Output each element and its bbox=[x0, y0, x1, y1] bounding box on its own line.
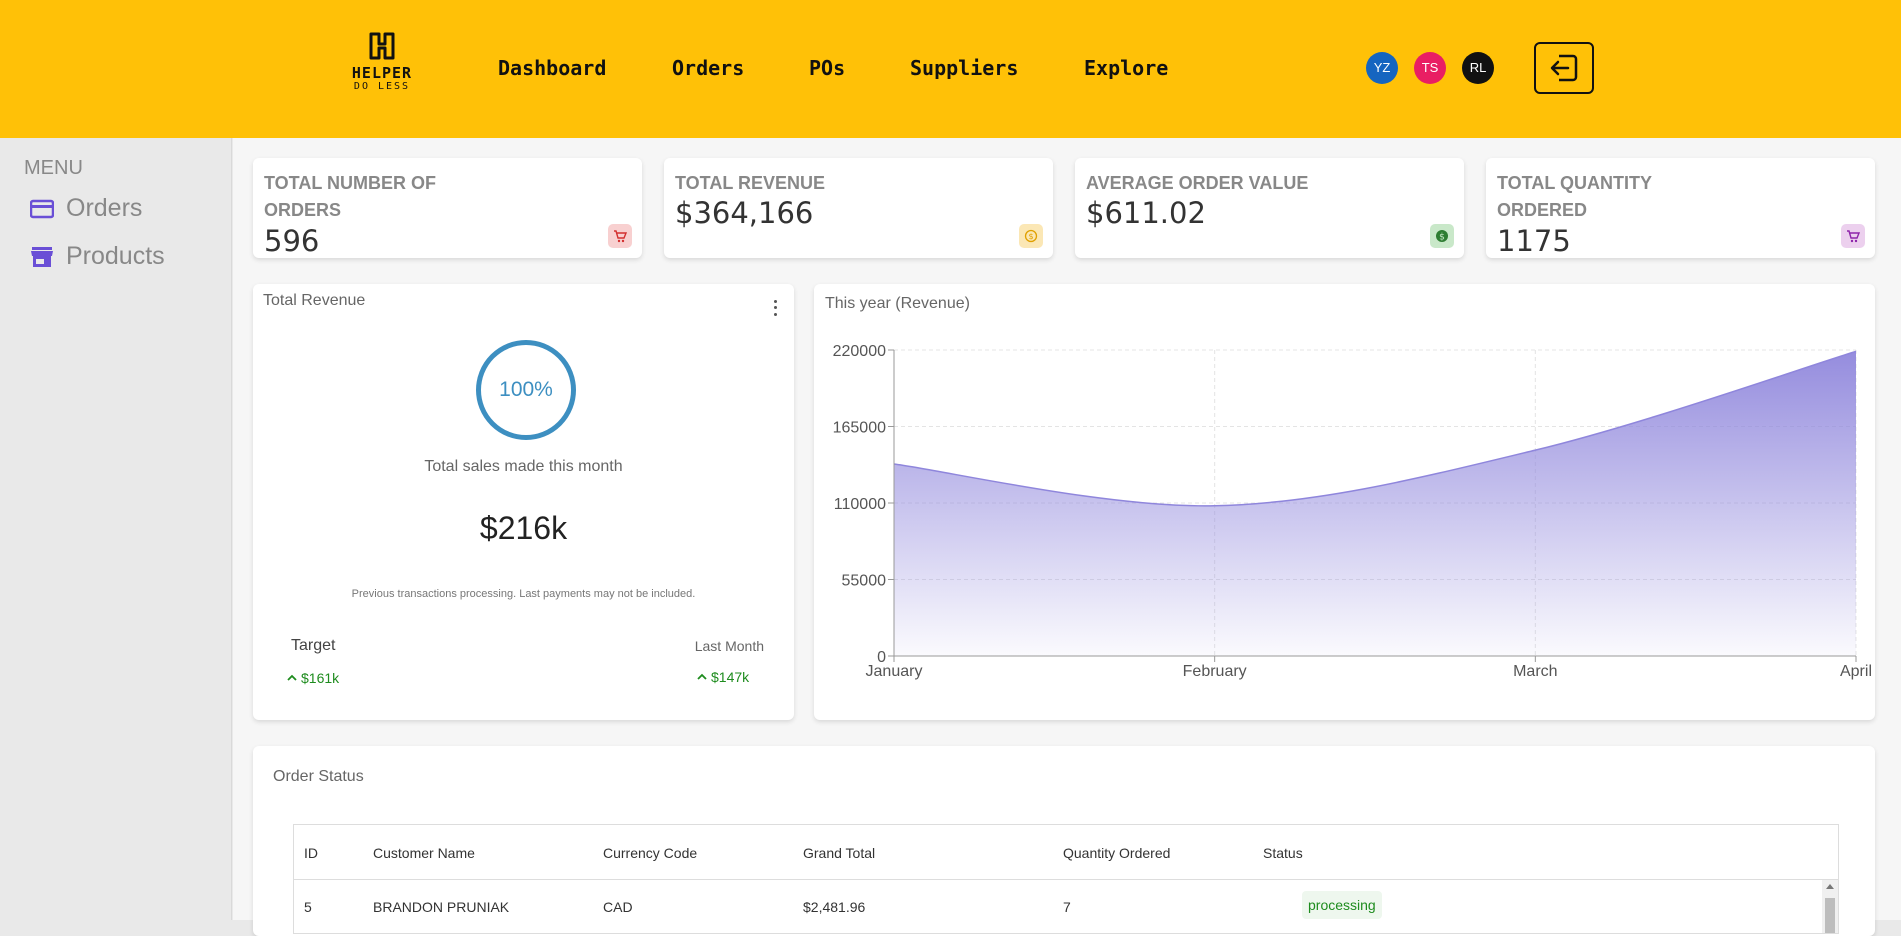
kpi-card-total-quantity: TOTAL QUANTITY ORDERED 1175 bbox=[1486, 158, 1875, 258]
kpi-value: 596 bbox=[264, 224, 320, 258]
x-tick-label: February bbox=[1183, 663, 1247, 680]
avatar-yz[interactable]: YZ bbox=[1366, 52, 1398, 84]
credit-card-icon bbox=[30, 199, 54, 218]
kpi-value: 1175 bbox=[1497, 224, 1571, 258]
top-header: HELPER DO LESS Dashboard Orders POs Supp… bbox=[0, 0, 1901, 138]
svg-text:$: $ bbox=[1439, 233, 1445, 243]
column-header-status[interactable]: Status bbox=[1263, 845, 1303, 861]
kpi-title-line: AVERAGE ORDER VALUE bbox=[1086, 173, 1309, 193]
last-month-value: $147k bbox=[711, 669, 750, 685]
y-tick-label: 165000 bbox=[833, 420, 886, 437]
logout-button[interactable] bbox=[1534, 42, 1594, 94]
column-header-currency-code[interactable]: Currency Code bbox=[603, 845, 697, 861]
sales-caption: Total sales made this month bbox=[424, 458, 623, 475]
kpi-title-line: TOTAL NUMBER OF bbox=[264, 173, 436, 193]
logout-icon bbox=[1550, 54, 1578, 82]
nav-dashboard[interactable]: Dashboard bbox=[498, 56, 606, 80]
avatar-ts[interactable]: TS bbox=[1414, 52, 1446, 84]
cell-quantity-ordered: 7 bbox=[1063, 899, 1071, 915]
y-tick-label: 110000 bbox=[834, 496, 886, 513]
nav-suppliers[interactable]: Suppliers bbox=[910, 56, 1018, 80]
cart-icon bbox=[608, 224, 632, 248]
nav-orders[interactable]: Orders bbox=[672, 56, 744, 80]
store-icon bbox=[31, 246, 53, 267]
target-value-group: $161k bbox=[287, 670, 339, 686]
cell-id: 5 bbox=[304, 899, 312, 915]
kpi-title-line: TOTAL QUANTITY bbox=[1497, 173, 1652, 193]
column-header-grand-total[interactable]: Grand Total bbox=[803, 845, 875, 861]
kpi-title: TOTAL NUMBER OF ORDERS bbox=[264, 170, 436, 224]
panel-title: Total Revenue bbox=[263, 292, 366, 309]
order-status-title: Order Status bbox=[273, 768, 364, 785]
target-value: $161k bbox=[301, 670, 340, 686]
kpi-card-total-orders: TOTAL NUMBER OF ORDERS 596 bbox=[253, 158, 642, 258]
x-tick-label: March bbox=[1513, 663, 1557, 680]
order-status-panel: Order Status ID Customer Name Currency C… bbox=[253, 746, 1875, 936]
dollar-icon: $ bbox=[1430, 224, 1454, 248]
cell-grand-total: $2,481.96 bbox=[803, 899, 866, 915]
status-badge: processing bbox=[1302, 891, 1382, 919]
sidebar-item-orders[interactable]: Orders bbox=[30, 194, 142, 223]
y-tick-label: 55000 bbox=[842, 573, 887, 590]
kpi-title: AVERAGE ORDER VALUE bbox=[1086, 170, 1308, 197]
scrollbar-thumb[interactable] bbox=[1825, 898, 1835, 933]
logo-text-helper: HELPER bbox=[351, 64, 413, 82]
coin-icon: $ bbox=[1019, 224, 1043, 248]
cell-currency-code: CAD bbox=[603, 899, 633, 915]
kpi-card-average-order-value: AVERAGE ORDER VALUE $611.02 $ bbox=[1075, 158, 1464, 258]
processing-note: Previous transactions processing. Last p… bbox=[351, 588, 696, 600]
sidebar-item-products[interactable]: Products bbox=[30, 242, 165, 271]
kpi-card-total-revenue: TOTAL REVENUE $364,166 $ bbox=[664, 158, 1053, 258]
scroll-up-arrow-icon[interactable] bbox=[1826, 884, 1834, 889]
last-month-value-group: $147k bbox=[697, 669, 749, 685]
x-tick-label: January bbox=[866, 663, 923, 680]
nav-pos[interactable]: POs bbox=[809, 56, 845, 80]
kpi-value: $364,166 bbox=[675, 196, 814, 230]
table-scrollbar[interactable] bbox=[1822, 880, 1838, 933]
sidebar-item-label: Products bbox=[66, 242, 165, 270]
nav-explore[interactable]: Explore bbox=[1084, 56, 1168, 80]
sidebar-item-label: Orders bbox=[66, 194, 143, 222]
table-header-divider bbox=[294, 879, 1838, 880]
last-month-label: Last Month bbox=[694, 638, 764, 654]
logo-text-do-less: DO LESS bbox=[353, 81, 411, 92]
column-header-quantity-ordered[interactable]: Quantity Ordered bbox=[1063, 845, 1170, 861]
kpi-title: TOTAL QUANTITY ORDERED bbox=[1497, 170, 1652, 224]
kpi-value: $611.02 bbox=[1086, 196, 1206, 230]
kpi-title-line: TOTAL REVENUE bbox=[675, 173, 826, 193]
avatar-rl[interactable]: RL bbox=[1462, 52, 1494, 84]
revenue-area-chart: 055000110000165000220000January February M… bbox=[833, 343, 1872, 680]
revenue-chart-panel: This year (Revenue) 0 55000 110000 165000 22… bbox=[814, 284, 1875, 720]
total-revenue-panel: Total Revenue 100% Total sales made this… bbox=[253, 284, 794, 720]
chevron-up-icon bbox=[287, 674, 297, 681]
logo-mark-icon bbox=[369, 32, 395, 60]
chevron-up-icon bbox=[697, 673, 707, 680]
column-header-customer-name[interactable]: Customer Name bbox=[373, 845, 475, 861]
progress-ring: 100% bbox=[476, 340, 576, 440]
more-options-icon[interactable] bbox=[770, 298, 780, 318]
progress-percent: 100% bbox=[499, 378, 553, 401]
sales-amount: $216k bbox=[479, 510, 568, 546]
menu-title: MENU bbox=[24, 157, 83, 179]
revenue-area bbox=[894, 351, 1856, 656]
kpi-title: TOTAL REVENUE bbox=[675, 170, 825, 197]
helper-logo[interactable]: HELPER DO LESS bbox=[340, 30, 424, 104]
svg-text:$: $ bbox=[1028, 232, 1033, 241]
sidebar: MENU Orders Products bbox=[0, 138, 232, 920]
order-status-table: ID Customer Name Currency Code Grand Tot… bbox=[293, 824, 1839, 934]
x-tick-label: April bbox=[1840, 663, 1872, 680]
target-label: Target bbox=[291, 637, 336, 654]
y-tick-label: 220000 bbox=[833, 343, 886, 360]
cart-icon bbox=[1841, 224, 1865, 248]
cell-customer-name: BRANDON PRUNIAK bbox=[373, 899, 510, 915]
kpi-title-line: ORDERS bbox=[264, 200, 342, 220]
kpi-title-line: ORDERED bbox=[1497, 200, 1588, 220]
column-header-id[interactable]: ID bbox=[304, 845, 318, 861]
main-content: TOTAL NUMBER OF ORDERS 596 TOTAL REVENUE… bbox=[233, 138, 1901, 936]
